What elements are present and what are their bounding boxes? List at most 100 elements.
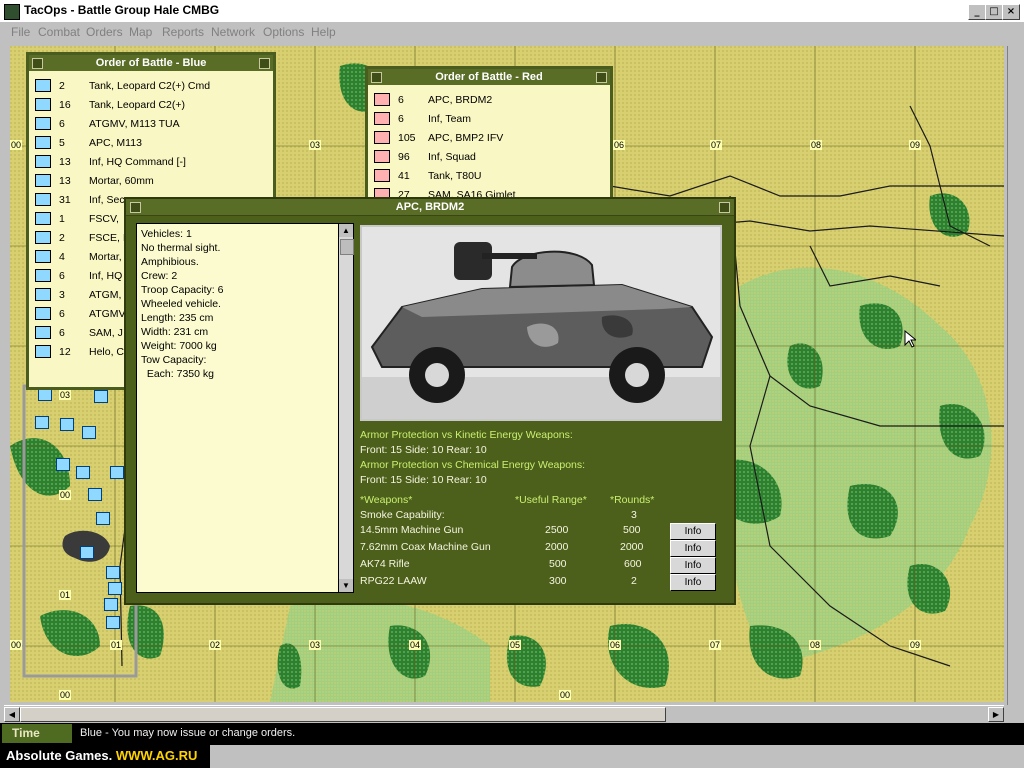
weapon-rounds: 500 <box>623 524 641 536</box>
brdm2-image <box>362 227 720 419</box>
list-item[interactable]: 5 APC, M113 <box>29 133 273 152</box>
blue-unit-counter[interactable] <box>82 426 96 439</box>
unit-detail-title-bar[interactable]: APC, BRDM2 <box>126 199 734 216</box>
minimize-button[interactable]: _ <box>968 4 986 20</box>
menu-file[interactable]: File <box>11 25 30 39</box>
unit-name: ATGM, <box>89 289 122 301</box>
unit-count: 3 <box>59 289 65 301</box>
watermark: Absolute Games. WWW.AG.RU <box>0 745 210 768</box>
unit-count: 5 <box>59 137 65 149</box>
unit-name: Tank, T80U <box>428 170 482 182</box>
list-item[interactable]: 13 Inf, HQ Command [-] <box>29 152 273 171</box>
blue-unit-counter[interactable] <box>76 466 90 479</box>
unit-type-icon <box>35 193 51 206</box>
menu-help[interactable]: Help <box>311 25 336 39</box>
time-button[interactable]: Time <box>2 724 72 743</box>
menu-combat[interactable]: Combat <box>38 25 80 39</box>
weapons-header: *Weapons* <box>360 494 413 506</box>
blue-unit-counter[interactable] <box>56 458 70 471</box>
list-item[interactable]: 2 Tank, Leopard C2(+) Cmd <box>29 76 273 95</box>
zoom-box-icon[interactable] <box>596 72 607 83</box>
blue-unit-counter[interactable] <box>94 390 108 403</box>
scroll-down-arrow-icon[interactable]: ▼ <box>339 579 353 592</box>
blue-unit-counter[interactable] <box>106 616 120 629</box>
spec-line: Length: 235 cm <box>141 312 214 324</box>
blue-unit-counter[interactable] <box>60 418 74 431</box>
unit-type-icon <box>374 93 390 106</box>
unit-type-icon <box>35 98 51 111</box>
scroll-left-arrow-icon[interactable]: ◀ <box>4 707 20 722</box>
oob-blue-title-bar[interactable]: Order of Battle - Blue <box>29 55 273 71</box>
unit-count: 2 <box>59 232 65 244</box>
unit-count: 31 <box>59 194 71 206</box>
scroll-thumb[interactable] <box>340 239 354 255</box>
blue-unit-counter[interactable] <box>96 512 110 525</box>
oob-blue-title: Order of Battle - Blue <box>95 57 207 69</box>
unit-count: 2 <box>59 80 65 92</box>
hex-label: 03 <box>309 640 322 650</box>
menu-reports[interactable]: Reports <box>162 25 204 39</box>
unit-type-icon <box>374 169 390 182</box>
close-box-icon[interactable] <box>371 72 382 83</box>
blue-unit-counter[interactable] <box>35 416 49 429</box>
list-item[interactable]: 6 APC, BRDM2 <box>368 90 610 109</box>
zoom-box-icon[interactable] <box>259 58 270 69</box>
weapon-name: 7.62mm Coax Machine Gun <box>360 541 491 553</box>
unit-count: 1 <box>59 213 65 225</box>
blue-unit-counter[interactable] <box>106 566 120 579</box>
menu-bar: File Combat Orders Map Reports Network O… <box>0 22 1024 42</box>
blue-unit-counter[interactable] <box>104 598 118 611</box>
weapon-info-button[interactable]: Info <box>670 523 716 540</box>
armor-chemical-value: Front: 15 Side: 10 Rear: 10 <box>360 474 487 486</box>
menu-options[interactable]: Options <box>263 25 304 39</box>
unit-detail-title: APC, BRDM2 <box>395 201 465 213</box>
maximize-button[interactable]: □ <box>985 4 1003 20</box>
weapon-rounds: 2000 <box>620 541 644 553</box>
scroll-up-arrow-icon[interactable]: ▲ <box>339 224 353 237</box>
weapon-range: 2000 <box>545 541 569 553</box>
weapon-range: 2500 <box>545 524 569 536</box>
weapon-info-button[interactable]: Info <box>670 574 716 591</box>
armor-kinetic-value: Front: 15 Side: 10 Rear: 10 <box>360 444 487 456</box>
unit-detail-window: APC, BRDM2 Vehicles: 1 No thermal sight.… <box>124 197 736 605</box>
close-box-icon[interactable] <box>130 202 141 213</box>
map-horizontal-scrollbar[interactable]: ◀ ▶ <box>4 705 1004 722</box>
menu-orders[interactable]: Orders <box>86 25 123 39</box>
menu-network[interactable]: Network <box>211 25 255 39</box>
weapon-info-button[interactable]: Info <box>670 557 716 574</box>
unit-count: 6 <box>59 118 65 130</box>
scroll-right-arrow-icon[interactable]: ▶ <box>988 707 1004 722</box>
unit-count: 13 <box>59 175 71 187</box>
blue-unit-counter[interactable] <box>110 466 124 479</box>
spec-line: Tow Capacity: <box>141 354 207 366</box>
list-item[interactable]: 6 Inf, Team <box>368 109 610 128</box>
blue-unit-counter[interactable] <box>88 488 102 501</box>
list-item[interactable]: 96 Inf, Squad <box>368 147 610 166</box>
map-vertical-scrollbar[interactable] <box>1007 46 1024 705</box>
menu-map[interactable]: Map <box>129 25 152 39</box>
specs-textbox[interactable]: Vehicles: 1 No thermal sight. Amphibious… <box>136 223 343 593</box>
weapon-info-button[interactable]: Info <box>670 540 716 557</box>
blue-unit-counter[interactable] <box>80 546 94 559</box>
close-box-icon[interactable] <box>32 58 43 69</box>
list-item[interactable]: 16 Tank, Leopard C2(+) <box>29 95 273 114</box>
status-bar: Time Blue - You may now issue or change … <box>0 723 1024 745</box>
unit-type-icon <box>35 307 51 320</box>
unit-count: 6 <box>59 327 65 339</box>
close-button[interactable]: × <box>1002 4 1020 20</box>
unit-name: FSCV, <box>89 213 119 225</box>
specs-scrollbar[interactable]: ▲ ▼ <box>338 223 354 593</box>
unit-name: Mortar, <box>89 251 122 263</box>
weapon-rounds: 600 <box>624 558 642 570</box>
list-item[interactable]: 105 APC, BMP2 IFV <box>368 128 610 147</box>
list-item[interactable]: 41 Tank, T80U <box>368 166 610 185</box>
list-item[interactable]: 6 ATGMV, M113 TUA <box>29 114 273 133</box>
unit-name: ATGMV <box>89 308 126 320</box>
window-title: TacOps - Battle Group Hale CMBG <box>24 3 220 17</box>
list-item[interactable]: 13 Mortar, 60mm <box>29 171 273 190</box>
oob-red-title-bar[interactable]: Order of Battle - Red <box>368 69 610 85</box>
unit-name: Tank, Leopard C2(+) Cmd <box>89 80 211 92</box>
scroll-thumb[interactable] <box>20 707 666 722</box>
zoom-box-icon[interactable] <box>719 202 730 213</box>
blue-unit-counter[interactable] <box>108 582 122 595</box>
